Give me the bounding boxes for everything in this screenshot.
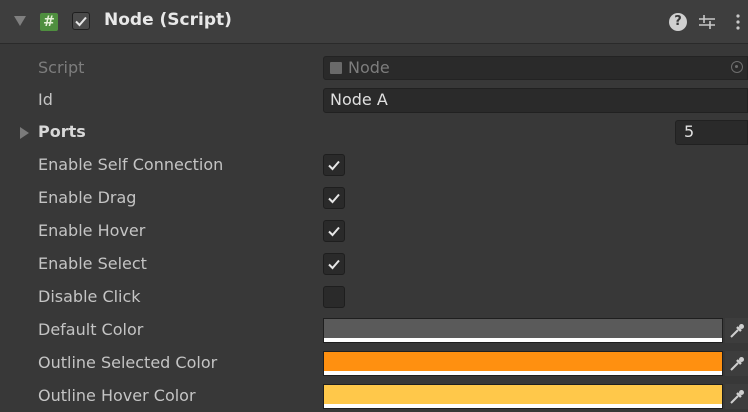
checkmark-icon: [328, 226, 340, 237]
outline-selected-color-label: Outline Selected Color: [38, 353, 218, 372]
ports-size-input[interactable]: 5: [675, 120, 748, 145]
eyedropper-button[interactable]: [725, 351, 748, 376]
script-row: Script Node: [0, 52, 748, 84]
component-header[interactable]: # Node (Script) ?: [0, 0, 748, 44]
ports-size-value: 5: [684, 122, 695, 141]
id-label: Id: [38, 90, 53, 109]
foldout-arrow-icon[interactable]: [14, 16, 26, 26]
disable-click-label: Disable Click: [38, 287, 141, 306]
eyedropper-button[interactable]: [725, 384, 748, 409]
enable-select-row: Enable Select: [0, 248, 748, 280]
enable-drag-checkbox[interactable]: [323, 187, 345, 209]
alpha-bar: [324, 404, 722, 408]
checkmark-icon: [328, 193, 340, 204]
script-object-field: Node: [323, 56, 748, 80]
id-input[interactable]: Node A: [323, 88, 748, 113]
script-label: Script: [38, 58, 85, 77]
default-color-field[interactable]: [323, 318, 723, 343]
component-title: Node (Script): [104, 10, 232, 30]
ports-row[interactable]: Ports 5: [0, 116, 748, 148]
alpha-bar: [324, 371, 722, 375]
enable-hover-label: Enable Hover: [38, 221, 146, 240]
ports-label: Ports: [38, 122, 86, 141]
foldout-arrow-icon[interactable]: [20, 127, 29, 139]
checkmark-icon: [328, 160, 340, 171]
eyedropper-icon: [730, 324, 744, 338]
eyedropper-button[interactable]: [725, 318, 748, 343]
id-value: Node A: [330, 90, 388, 109]
default-color-row: Default Color: [0, 314, 748, 346]
disable-click-checkbox[interactable]: [323, 286, 345, 308]
color-swatch: [324, 319, 722, 338]
outline-selected-color-row: Outline Selected Color: [0, 347, 748, 379]
id-row: Id Node A: [0, 84, 748, 116]
default-color-label: Default Color: [38, 320, 144, 339]
object-picker-icon: [731, 61, 743, 73]
eyedropper-icon: [730, 390, 744, 404]
script-icon: [330, 62, 342, 74]
alpha-bar: [324, 338, 722, 342]
outline-selected-color-field[interactable]: [323, 351, 723, 376]
enable-select-checkbox[interactable]: [323, 253, 345, 275]
enable-drag-row: Enable Drag: [0, 182, 748, 214]
color-swatch: [324, 352, 722, 371]
kebab-menu-icon[interactable]: [735, 12, 741, 32]
component-enable-checkbox[interactable]: [72, 12, 90, 30]
disable-click-row: Disable Click: [0, 281, 748, 313]
enable-hover-row: Enable Hover: [0, 215, 748, 247]
enable-self-connection-row: Enable Self Connection: [0, 149, 748, 181]
script-icon: #: [40, 13, 58, 31]
outline-hover-color-row: Outline Hover Color: [0, 380, 748, 412]
eyedropper-icon: [730, 357, 744, 371]
color-swatch: [324, 385, 722, 404]
checkmark-icon: [75, 16, 87, 27]
enable-hover-checkbox[interactable]: [323, 220, 345, 242]
enable-drag-label: Enable Drag: [38, 188, 137, 207]
script-value: Node: [348, 58, 390, 77]
preset-icon[interactable]: [697, 12, 717, 32]
help-icon[interactable]: ?: [669, 13, 687, 31]
enable-self-connection-label: Enable Self Connection: [38, 155, 224, 174]
enable-select-label: Enable Select: [38, 254, 147, 273]
enable-self-connection-checkbox[interactable]: [323, 154, 345, 176]
outline-hover-color-field[interactable]: [323, 384, 723, 409]
checkmark-icon: [328, 259, 340, 270]
outline-hover-color-label: Outline Hover Color: [38, 386, 196, 405]
